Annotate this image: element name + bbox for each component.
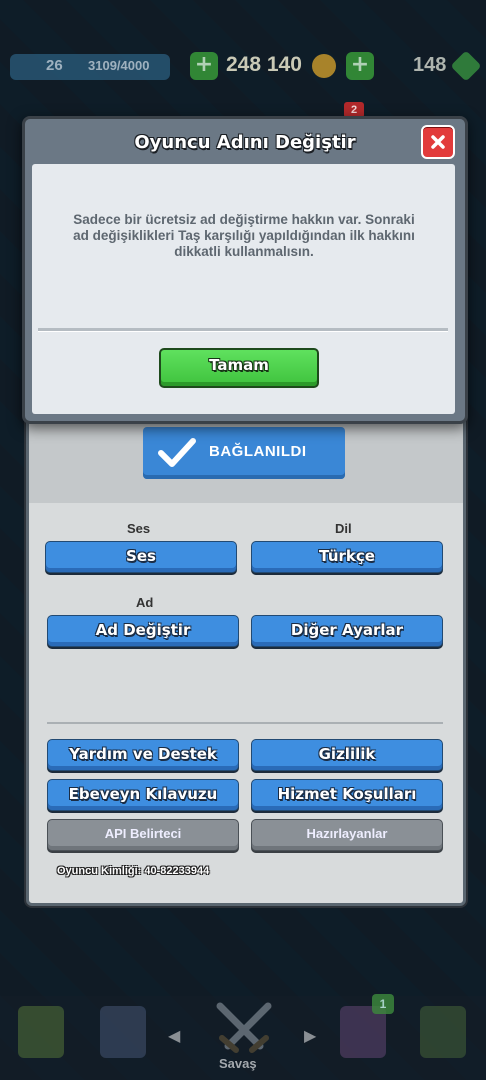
level-bar: 26 3109/4000 [10,54,170,80]
privacy-button: Gizlilik [251,739,443,771]
settings-divider [47,722,443,724]
language-button: Türkçe [251,541,443,573]
other-settings-button: Diğer Ayarlar [251,615,443,647]
change-name-button: Ad Değiştir [47,615,239,647]
bottom-nav: ◀ Savaş ▶ 1 [0,994,486,1080]
settings-panel: BAĞLANILDI Ses Dil Ses Türkçe Ad Ad Deği… [26,410,466,906]
battle-tab-label: Savaş [219,1056,257,1071]
credits-button: Hazırlayanlar [251,819,443,851]
dialog-divider [38,328,448,332]
terms-of-service-button: Hizmet Koşulları [251,779,443,811]
clan-tab-badge: 1 [372,994,394,1014]
api-token-button: API Belirteci [47,819,239,851]
change-name-dialog: Oyuncu Adını Değiştir Sadece bir ücretsi… [22,116,468,424]
dialog-title: Oyuncu Adını Değiştir [134,132,356,153]
language-section-label: Dil [335,521,352,536]
checkmark-icon [158,438,196,467]
sound-button: Ses [45,541,237,573]
connected-label: BAĞLANILDI [209,443,307,460]
shop-tab-icon [18,1006,64,1058]
gem-amount: 148 [413,54,447,76]
gem-icon [450,50,482,82]
parents-guide-button: Ebeveyn Kılavuzu [47,779,239,811]
resource-bar: 26 3109/4000 + 248 140 + 148 [0,48,486,86]
name-section-label: Ad [136,595,154,610]
sound-section-label: Ses [127,521,151,536]
crossed-swords-icon [216,1002,272,1053]
close-icon [431,135,445,149]
gold-coin-icon [312,54,336,78]
right-arrow-icon: ▶ [304,1026,317,1045]
cards-tab-icon [100,1006,146,1058]
xp-progress: 3109/4000 [88,58,150,73]
player-id: Oyuncu Kimliği: 40-82233944 [57,865,210,877]
dialog-message: Sadece bir ücretsiz ad değiştirme hakkın… [73,212,415,259]
buy-gems-button: + [346,52,374,80]
connected-button: BAĞLANILDI [143,427,345,479]
left-arrow-icon: ◀ [168,1026,181,1045]
gold-amount: 248 140 [226,53,302,76]
close-button[interactable] [421,125,455,159]
dialog-body: Sadece bir ücretsiz ad değiştirme hakkın… [32,164,455,414]
level-number: 26 [46,57,63,74]
buy-gold-button: + [190,52,218,80]
help-support-button: Yardım ve Destek [47,739,239,771]
ok-button[interactable]: Tamam [159,348,319,388]
events-tab-icon [420,1006,466,1058]
